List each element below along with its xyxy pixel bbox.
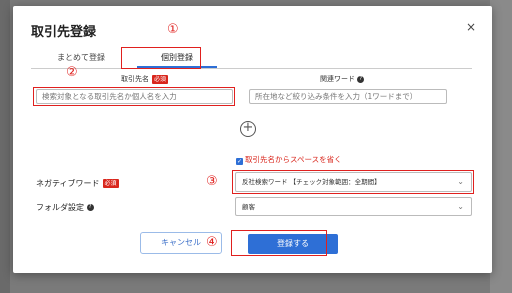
annotation-marker-4: ④ xyxy=(206,235,218,250)
help-circle-icon[interactable]: ? xyxy=(86,204,94,211)
checkbox-checked-icon[interactable]: ✓ xyxy=(236,158,243,165)
related-word-label: 関連ワード ? xyxy=(320,74,365,84)
folder-setting-value: 顧客 xyxy=(242,203,255,211)
annotation-marker-3: ③ xyxy=(206,174,218,189)
partner-name-label: 取引先名 必須 xyxy=(121,74,169,84)
tab-bar: まとめて登録 個別登録 xyxy=(31,48,472,69)
chevron-down-icon: ⌄ xyxy=(457,202,464,211)
add-row-button[interactable]: + xyxy=(240,121,256,137)
annotation-box-2 xyxy=(33,87,235,106)
modal-title: 取引先登録 xyxy=(31,25,97,40)
annotation-box-3 xyxy=(232,170,474,194)
folder-setting-label: フォルダ設定 ? xyxy=(36,202,94,213)
help-circle-icon[interactable]: ? xyxy=(357,75,365,83)
negative-word-label-text: ネガティブワード xyxy=(36,179,100,188)
folder-setting-label-text: フォルダ設定 xyxy=(36,203,84,212)
annotation-box-4 xyxy=(231,230,327,256)
folder-setting-select[interactable]: 顧客 ⌄ xyxy=(235,197,472,216)
remove-space-option[interactable]: ✓ 取引先名からスペースを省く xyxy=(236,154,342,165)
backdrop-right-column xyxy=(490,0,512,293)
annotation-marker-2: ② xyxy=(66,65,78,80)
partner-registration-modal: 取引先登録 × まとめて登録 個別登録 取引先名必須 関連ワード ? + ✓取引… xyxy=(13,6,492,273)
negative-word-label: ネガティブワード 必須 xyxy=(36,178,119,189)
close-icon[interactable]: × xyxy=(466,20,476,34)
required-badge: 必須 xyxy=(152,74,169,84)
backdrop-left-edge xyxy=(0,0,10,293)
related-word-input[interactable] xyxy=(249,89,447,104)
required-badge: 必須 xyxy=(102,179,119,188)
annotation-marker-1: ① xyxy=(167,22,179,37)
partner-name-label-text: 取引先名 xyxy=(121,75,149,83)
related-word-label-text: 関連ワード xyxy=(320,75,355,83)
annotation-box-1 xyxy=(121,47,201,69)
remove-space-label: 取引先名からスペースを省く xyxy=(245,155,342,164)
tab-bulk-register[interactable]: まとめて登録 xyxy=(41,48,121,67)
